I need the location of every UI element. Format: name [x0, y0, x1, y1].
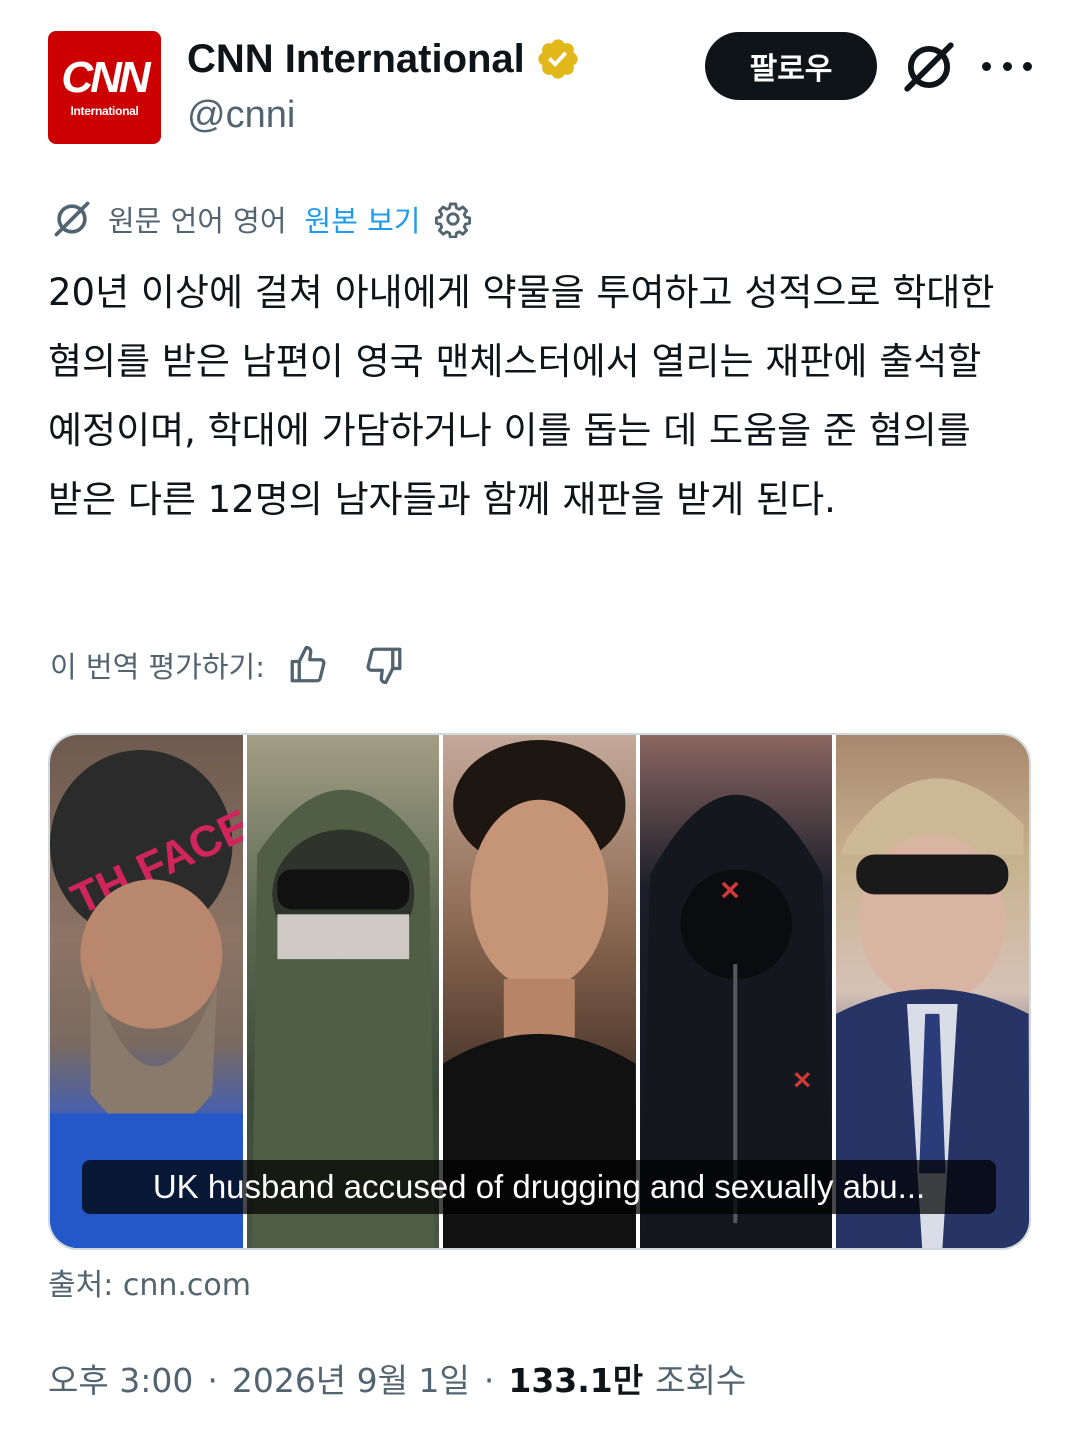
svg-text:✕: ✕	[719, 876, 741, 906]
verified-badge-icon[interactable]	[535, 36, 581, 82]
cnn-logo-subtext: International	[70, 103, 139, 118]
thumbs-up-icon[interactable]	[287, 644, 329, 686]
tweet-time[interactable]: 오후 3:00	[48, 1358, 193, 1404]
translation-source-label: 원문 언어 영어	[108, 204, 287, 238]
view-count-label: 조회수	[655, 1361, 747, 1400]
author-avatar[interactable]: CNN International	[48, 31, 161, 144]
rate-translation-row: 이 번역 평가하기:	[50, 640, 405, 690]
author-handle[interactable]: @cnni	[187, 92, 295, 138]
view-count: 133.1만	[508, 1361, 644, 1400]
follow-button[interactable]: 팔로우	[705, 32, 877, 100]
more-options-icon[interactable]	[982, 44, 1032, 88]
grok-icon[interactable]	[900, 38, 958, 96]
tweet-date[interactable]: 2026년 9월 1일	[232, 1358, 470, 1404]
tweet-text: 20년 이상에 걸쳐 아내에게 약물을 투여하고 성적으로 학대한 혐의를 받은…	[48, 271, 995, 521]
svg-text:✕: ✕	[792, 1068, 812, 1095]
link-source[interactable]: 출처: cnn.com	[48, 1266, 251, 1306]
tweet-meta: 오후 3:00 · 2026년 9월 1일 · 133.1만 조회수	[48, 1358, 746, 1404]
rate-translation-label: 이 번역 평가하기:	[50, 650, 265, 684]
gear-icon[interactable]	[434, 200, 472, 238]
show-original-link[interactable]: 원본 보기	[305, 198, 421, 240]
cnn-logo-text: CNN	[61, 52, 150, 102]
meta-separator-2: ·	[483, 1361, 495, 1400]
grok-translate-icon	[54, 201, 90, 237]
meta-separator-1: ·	[207, 1361, 218, 1400]
translation-row: 원문 언어 영어 원본 보기	[50, 196, 472, 242]
link-card-caption[interactable]: UK husband accused of drugging and sexua…	[82, 1160, 996, 1214]
author-name-row[interactable]: CNN International	[187, 34, 581, 84]
author-display-name[interactable]: CNN International	[187, 34, 525, 84]
thumbs-down-icon[interactable]	[363, 644, 405, 686]
